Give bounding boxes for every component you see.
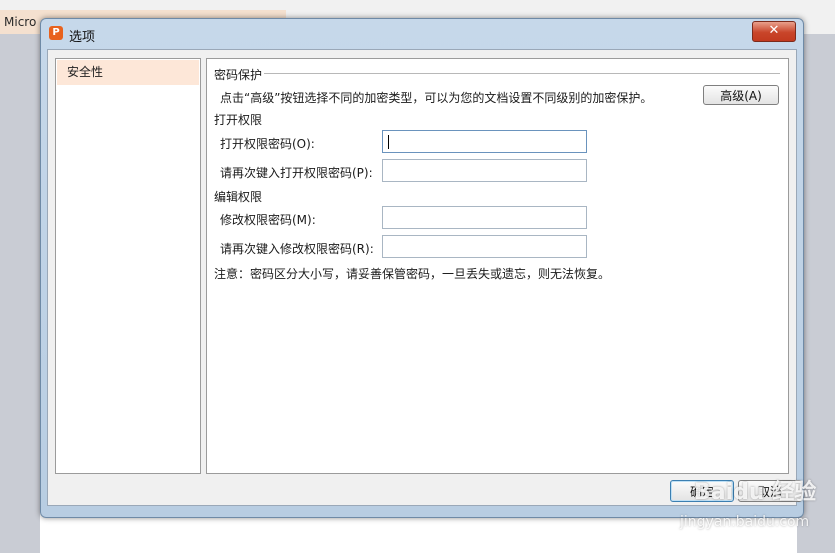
encryption-description: 点击“高级”按钮选择不同的加密类型，可以为您的文档设置不同级别的加密保护。: [220, 91, 653, 105]
cancel-button[interactable]: 取消: [738, 480, 802, 502]
open-confirm-label: 请再次键入打开权限密码(P):: [220, 166, 373, 180]
group-title-edit-permission: 编辑权限: [214, 190, 263, 204]
app-logo-icon: P: [49, 26, 63, 40]
options-nav: 安全性: [55, 58, 201, 474]
modify-password-label: 修改权限密码(M):: [220, 213, 316, 227]
group-title-open-permission: 打开权限: [214, 113, 263, 127]
options-dialog: P 选项 ✕ 安全性 密码保护 点击“高级”按钮选择不同的加密类型，可以为您的文…: [40, 18, 804, 518]
section-divider: [264, 73, 780, 74]
ok-button[interactable]: 确定: [670, 480, 734, 502]
security-panel: 密码保护 点击“高级”按钮选择不同的加密类型，可以为您的文档设置不同级别的加密保…: [206, 58, 789, 474]
modify-confirm-input[interactable]: [382, 235, 587, 258]
open-confirm-input[interactable]: [382, 159, 587, 182]
text-caret: [388, 135, 389, 149]
modify-confirm-label: 请再次键入修改权限密码(R):: [220, 242, 374, 256]
background-document-area: [40, 515, 797, 553]
dialog-body: 安全性 密码保护 点击“高级”按钮选择不同的加密类型，可以为您的文档设置不同级别…: [47, 49, 802, 506]
advanced-button[interactable]: 高级(A): [703, 85, 779, 105]
open-password-label: 打开权限密码(O):: [220, 137, 315, 151]
dialog-title: 选项: [69, 30, 96, 45]
open-password-input[interactable]: [382, 130, 587, 153]
background-left-area: [0, 34, 40, 553]
nav-item-security[interactable]: 安全性: [57, 60, 199, 85]
modify-password-input[interactable]: [382, 206, 587, 229]
dialog-titlebar[interactable]: P 选项 ✕: [41, 19, 803, 49]
background-app-title: Micro: [4, 15, 37, 29]
password-note: 注意：密码区分大小写，请妥善保管密码，一旦丢失或遗忘，则无法恢复。: [214, 267, 611, 281]
close-button[interactable]: ✕: [752, 21, 796, 42]
section-title-password-protection: 密码保护: [214, 68, 263, 82]
